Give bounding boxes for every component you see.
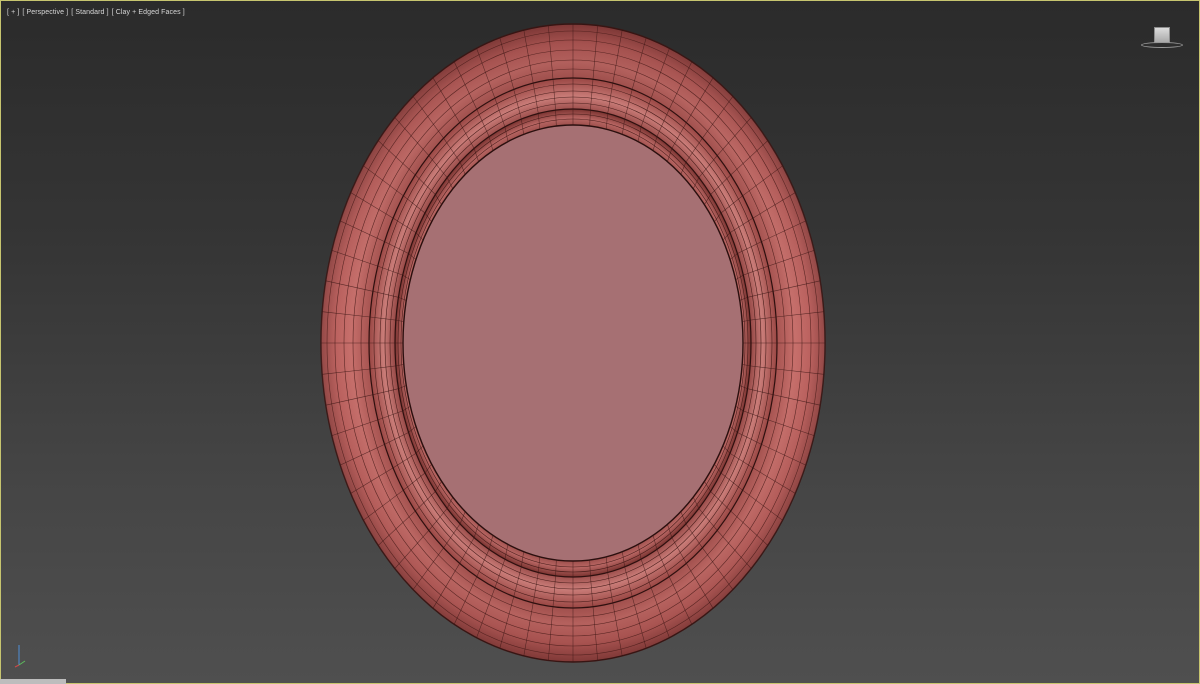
viewcube-box[interactable] xyxy=(1154,27,1170,43)
perspective-viewport[interactable]: [ + ] [ Perspective ] [ Standard ] [ Cla… xyxy=(0,0,1200,684)
viewcube-icon[interactable] xyxy=(1141,25,1183,49)
oval-frame-model[interactable] xyxy=(1,1,1200,684)
status-strip xyxy=(0,679,66,684)
axis-tripod-icon xyxy=(14,645,26,668)
frame-inner-panel[interactable] xyxy=(402,124,744,562)
viewcube-compass-ring[interactable] xyxy=(1141,42,1183,48)
